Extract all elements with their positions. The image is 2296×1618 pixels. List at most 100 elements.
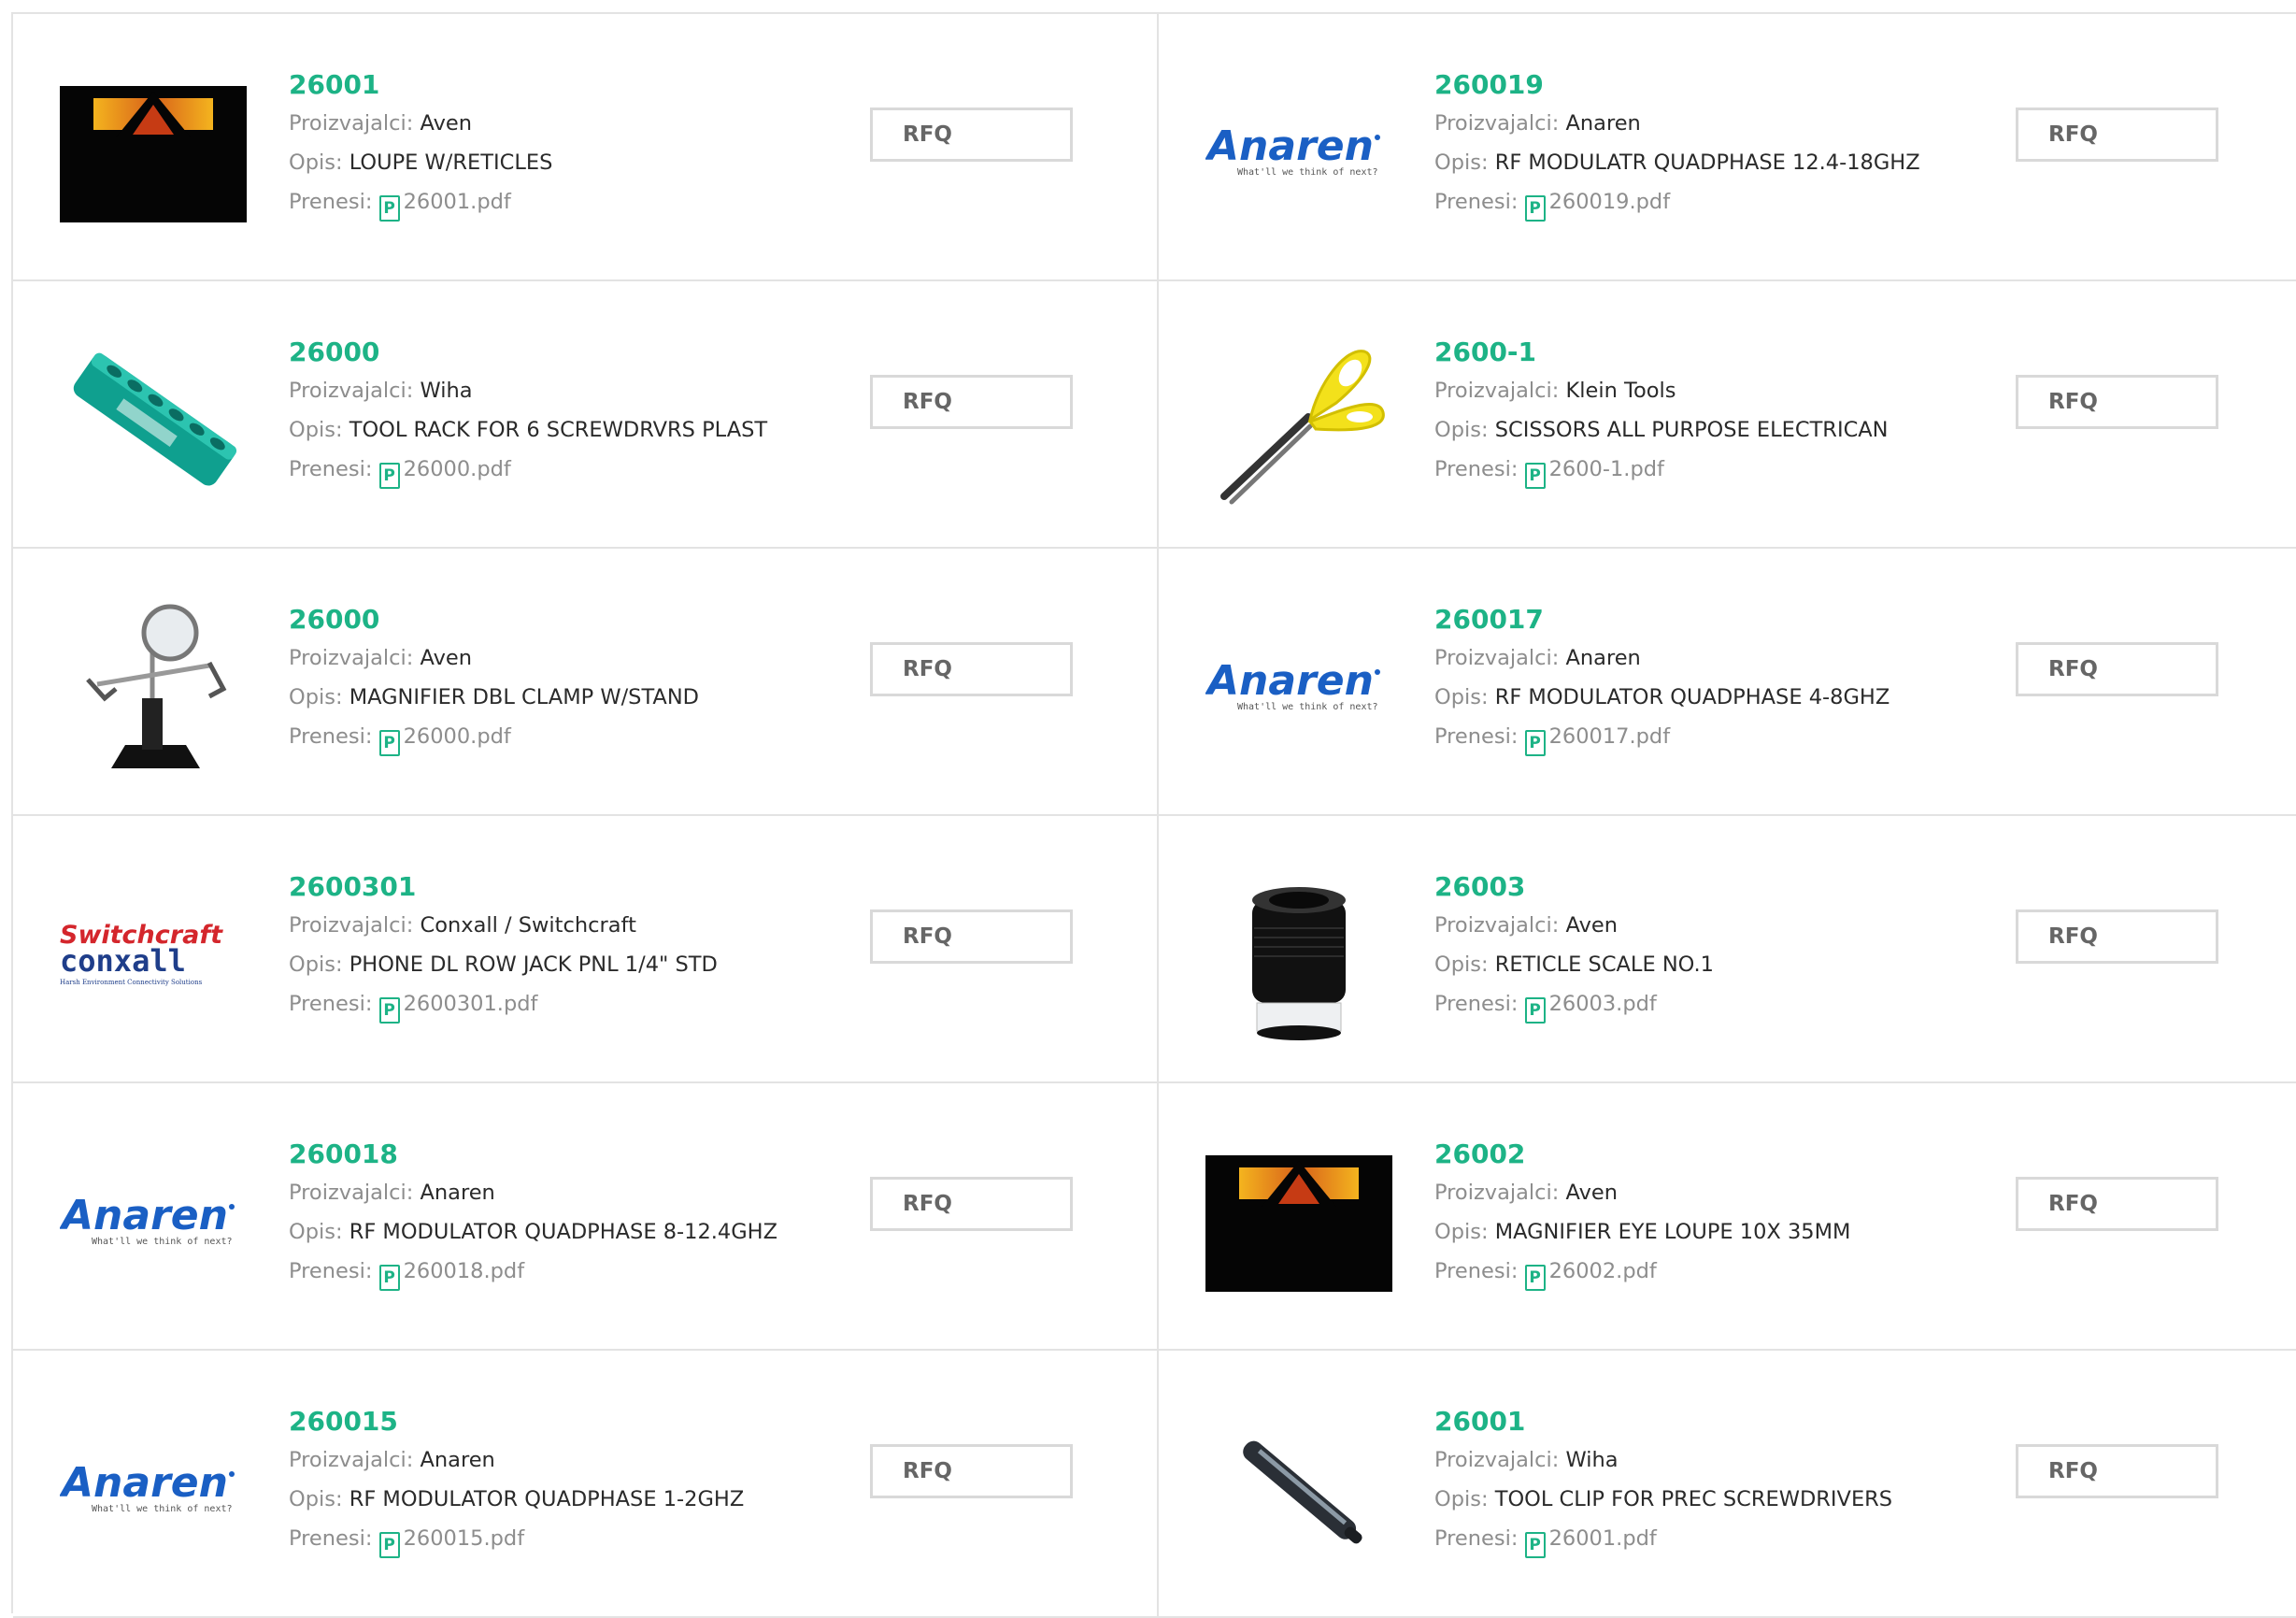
pdf-icon[interactable]: P <box>1524 997 1546 1024</box>
datasheet-link[interactable]: 26000.pdf <box>404 457 511 481</box>
datasheet-link[interactable]: 26003.pdf <box>1549 992 1657 1016</box>
product-info: 2600301 Proizvajalci: Conxall / Switchcr… <box>289 868 868 1024</box>
description-label: Opis: <box>1434 1220 1489 1244</box>
download-row: Prenesi: P 26001.pdf <box>289 182 868 222</box>
product-image[interactable]: Anaren What'll we think of next? <box>1205 61 1392 248</box>
pdf-icon[interactable]: P <box>1524 1532 1546 1558</box>
part-number-link[interactable]: 26001 <box>289 66 868 104</box>
part-number-link[interactable]: 26003 <box>1434 868 2014 906</box>
rfq-button[interactable]: RFQ <box>870 375 1073 429</box>
datasheet-link[interactable]: 2600301.pdf <box>404 992 538 1016</box>
rfq-button[interactable]: RFQ <box>870 107 1073 162</box>
pdf-icon[interactable]: P <box>378 1265 400 1291</box>
product-image[interactable] <box>60 61 247 248</box>
manufacturer-row: Proizvajalci: Klein Tools <box>1434 371 2014 410</box>
rfq-button[interactable]: RFQ <box>870 909 1073 964</box>
anaren-logo: AnarenWhat'll we think of next? <box>1205 122 1380 178</box>
part-number-link[interactable]: 26002 <box>1434 1136 2014 1173</box>
rfq-button[interactable]: RFQ <box>870 642 1073 696</box>
rfq-button[interactable]: RFQ <box>2016 909 2218 964</box>
datasheet-link[interactable]: 26001.pdf <box>1549 1526 1657 1551</box>
part-number-link[interactable]: 260015 <box>289 1403 868 1440</box>
product-image[interactable] <box>1205 328 1392 515</box>
rfq-button[interactable]: RFQ <box>870 1177 1073 1231</box>
product-info: 26000 Proizvajalci: Wiha Opis: TOOL RACK… <box>289 334 868 489</box>
part-number-link[interactable]: 260017 <box>1434 601 2014 638</box>
datasheet-link[interactable]: 2600-1.pdf <box>1549 457 1664 481</box>
download-label: Prenesi: <box>289 992 373 1016</box>
pdf-icon[interactable]: P <box>1524 730 1546 756</box>
part-number-link[interactable]: 26001 <box>1434 1403 2014 1440</box>
description-value: PHONE DL ROW JACK PNL 1/4" STD <box>349 952 718 977</box>
svg-text:What'll we think of next?: What'll we think of next? <box>1237 702 1378 712</box>
pdf-icon[interactable]: P <box>378 730 400 756</box>
pdf-icon[interactable]: P <box>1524 1265 1546 1291</box>
description-value: MAGNIFIER DBL CLAMP W/STAND <box>349 685 699 709</box>
rfq-button[interactable]: RFQ <box>2016 375 2218 429</box>
pdf-icon[interactable]: P <box>378 997 400 1024</box>
manufacturer-row: Proizvajalci: Aven <box>289 104 868 143</box>
aven-loupe-photo <box>1205 1155 1392 1292</box>
svg-text:What'll we think of next?: What'll we think of next? <box>92 1237 233 1247</box>
download-label: Prenesi: <box>1434 1259 1519 1283</box>
tool-rack-photo <box>73 352 237 486</box>
anaren-logo: AnarenWhat'll we think of next? <box>60 1459 235 1514</box>
datasheet-link[interactable]: 26002.pdf <box>1549 1259 1657 1283</box>
rfq-button[interactable]: RFQ <box>2016 107 2218 162</box>
manufacturer-value: Aven <box>420 646 473 670</box>
description-value: TOOL RACK FOR 6 SCREWDRVRS PLAST <box>349 418 768 442</box>
switchcraft-conxall-logo: SwitchcraftconxallHarsh Environment Conn… <box>60 921 223 986</box>
description-row: Opis: LOUPE W/RETICLES <box>289 143 868 182</box>
product-image[interactable] <box>1205 1130 1392 1317</box>
datasheet-link[interactable]: 26001.pdf <box>404 190 511 214</box>
manufacturer-value: Wiha <box>420 379 473 403</box>
datasheet-link[interactable]: 260015.pdf <box>404 1526 525 1551</box>
product-image[interactable] <box>60 328 247 515</box>
product-card: 26000 Proizvajalci: Wiha Opis: TOOL RACK… <box>13 281 1159 549</box>
rfq-button[interactable]: RFQ <box>2016 642 2218 696</box>
product-image[interactable]: Anaren What'll we think of next? <box>60 1397 247 1584</box>
svg-text:Anaren: Anaren <box>1205 657 1374 705</box>
product-image[interactable] <box>1205 863 1392 1050</box>
datasheet-link[interactable]: 26000.pdf <box>404 724 511 749</box>
product-image[interactable]: Anaren What'll we think of next? <box>1205 595 1392 782</box>
datasheet-link[interactable]: 260019.pdf <box>1549 190 1671 214</box>
description-row: Opis: MAGNIFIER DBL CLAMP W/STAND <box>289 678 868 717</box>
product-info: 26000 Proizvajalci: Aven Opis: MAGNIFIER… <box>289 601 868 756</box>
datasheet-link[interactable]: 260018.pdf <box>404 1259 525 1283</box>
part-number-link[interactable]: 260018 <box>289 1136 868 1173</box>
description-value: TOOL CLIP FOR PREC SCREWDRIVERS <box>1494 1487 1893 1511</box>
manufacturer-row: Proizvajalci: Aven <box>1434 906 2014 945</box>
download-label: Prenesi: <box>289 190 373 214</box>
pdf-icon[interactable]: P <box>378 463 400 489</box>
manufacturer-label: Proizvajalci: <box>289 646 414 670</box>
part-number-link[interactable]: 26000 <box>289 601 868 638</box>
part-number-link[interactable]: 26000 <box>289 334 868 371</box>
pdf-icon[interactable]: P <box>378 195 400 222</box>
pdf-icon[interactable]: P <box>1524 195 1546 222</box>
description-label: Opis: <box>1434 952 1489 977</box>
download-label: Prenesi: <box>289 1526 373 1551</box>
manufacturer-row: Proizvajalci: Anaren <box>289 1440 868 1480</box>
product-image[interactable] <box>1205 1397 1392 1584</box>
product-info: 260019 Proizvajalci: Anaren Opis: RF MOD… <box>1434 66 2014 222</box>
part-number-link[interactable]: 2600-1 <box>1434 334 2014 371</box>
datasheet-link[interactable]: 260017.pdf <box>1549 724 1671 749</box>
part-number-link[interactable]: 2600301 <box>289 868 868 906</box>
product-image[interactable]: Anaren What'll we think of next? <box>60 1130 247 1317</box>
product-info: 26002 Proizvajalci: Aven Opis: MAGNIFIER… <box>1434 1136 2014 1291</box>
manufacturer-row: Proizvajalci: Aven <box>289 638 868 678</box>
description-row: Opis: RF MODULATOR QUADPHASE 4-8GHZ <box>1434 678 2014 717</box>
manufacturer-label: Proizvajalci: <box>1434 111 1560 136</box>
manufacturer-label: Proizvajalci: <box>289 913 414 938</box>
download-row: Prenesi: P 260018.pdf <box>289 1252 868 1291</box>
rfq-button[interactable]: RFQ <box>2016 1444 2218 1498</box>
pdf-icon[interactable]: P <box>1524 463 1546 489</box>
product-image[interactable] <box>60 595 247 782</box>
rfq-button[interactable]: RFQ <box>2016 1177 2218 1231</box>
manufacturer-value: Klein Tools <box>1565 379 1676 403</box>
product-image[interactable]: Switchcraft conxall Harsh Environment Conn… <box>60 863 247 1050</box>
pdf-icon[interactable]: P <box>378 1532 400 1558</box>
rfq-button[interactable]: RFQ <box>870 1444 1073 1498</box>
part-number-link[interactable]: 260019 <box>1434 66 2014 104</box>
